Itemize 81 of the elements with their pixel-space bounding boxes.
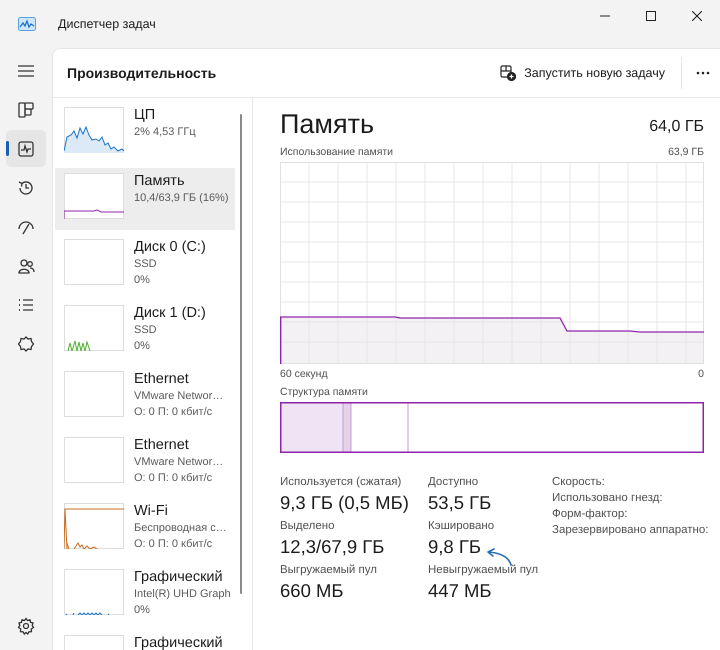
- device-name: ЦП: [134, 106, 156, 124]
- new-task-icon: [500, 65, 516, 81]
- more-icon: [696, 71, 710, 75]
- total-memory: 64,0 ГБ: [649, 118, 704, 136]
- device-name: Wi-Fi: [134, 502, 169, 520]
- device-detail: SSD: [134, 257, 158, 272]
- usage-thumbnail: [64, 503, 124, 549]
- stat-value: 12,3/67,9 ГБ: [280, 536, 384, 558]
- stat-value: 447 МБ: [428, 580, 492, 602]
- device-detail: О: 0 П: 0 кбит/с: [134, 471, 214, 486]
- device-item[interactable]: Ethernet VMware Networ… О: 0 П: 0 кбит/с: [55, 366, 235, 428]
- device-detail: SSD: [134, 323, 158, 338]
- usage-thumbnail: [64, 107, 124, 153]
- device-name: Память: [134, 172, 186, 190]
- usage-thumbnail: [64, 569, 124, 615]
- composition-title: Структура памяти: [280, 385, 369, 399]
- grid-icon: [17, 100, 35, 118]
- device-detail: 10,4/63,9 ГБ (16%): [134, 191, 229, 206]
- scrollbar[interactable]: [240, 114, 242, 594]
- device-name: Диск 0 (C:): [134, 238, 206, 256]
- device-name: Ethernet: [134, 370, 190, 388]
- property-label: Использовано гнезд:: [552, 492, 664, 504]
- minimize-icon: [600, 15, 610, 17]
- device-name: Графический: [134, 568, 224, 586]
- device-detail: О: 0 П: 0 кбит/с: [134, 537, 214, 552]
- stat-label: Невыгружаемый пул: [428, 564, 538, 576]
- graph-start-label: 60 секунд: [280, 367, 328, 381]
- device-item[interactable]: Ethernet VMware Networ… О: 0 П: 0 кбит/с: [55, 432, 235, 494]
- nav-item[interactable]: [6, 130, 46, 167]
- stat-value: 9,3 ГБ (0,5 МБ): [280, 492, 409, 514]
- app-icon: [18, 17, 36, 31]
- device-detail: VMware Networ…: [134, 389, 224, 404]
- close-icon: [692, 11, 702, 21]
- clock-history-icon: [17, 178, 35, 196]
- users-icon: [17, 256, 35, 274]
- device-detail: Беспроводная с…: [134, 521, 227, 536]
- graph-end-label: 0: [698, 367, 704, 381]
- device-item[interactable]: Wi-Fi Беспроводная с… О: 0 П: 0 кбит/с: [55, 498, 235, 560]
- window-title: Диспетчер задач: [58, 17, 156, 31]
- property-label: Форм-фактор:: [552, 508, 628, 520]
- stat-label: Выгружаемый пул: [280, 564, 377, 576]
- usage-thumbnail: [64, 305, 124, 351]
- run-task-button[interactable]: Запустить новую задачу: [496, 59, 669, 87]
- settings-icon: [17, 616, 35, 634]
- device-detail: О: 0 П: 0 кбит/с: [134, 405, 214, 420]
- usage-thumbnail: [64, 173, 124, 219]
- stat-label: Используется (сжатая): [280, 476, 402, 488]
- page-title: Производительность: [67, 65, 216, 81]
- pulse-chart-icon: [17, 140, 35, 158]
- device-detail: 0%: [134, 273, 151, 288]
- graph-title: Использование памяти: [280, 145, 394, 159]
- device-detail: Intel(R) UHD Graph: [134, 587, 231, 602]
- section-title: Память: [280, 108, 374, 141]
- device-detail: VMware Networ…: [134, 455, 224, 470]
- device-item[interactable]: ЦП 2% 4,53 ГГц: [55, 102, 235, 164]
- device-detail: 0%: [134, 339, 151, 354]
- property-label: Зарезервировано аппаратно:: [552, 524, 708, 536]
- maximize-icon: [646, 11, 656, 21]
- device-item[interactable]: Графический: [55, 630, 235, 650]
- stat-value: 53,5 ГБ: [428, 492, 492, 514]
- stat-label: Доступно: [428, 476, 478, 488]
- stat-label: Выделено: [280, 520, 335, 532]
- device-name: Диск 1 (D:): [134, 304, 206, 322]
- stat-value: 9,8 ГБ: [428, 536, 482, 558]
- device-item[interactable]: Графический Intel(R) UHD Graph 0%: [55, 564, 235, 626]
- stat-value: 660 МБ: [280, 580, 344, 602]
- device-name: Графический: [134, 634, 223, 650]
- device-name: Ethernet: [134, 436, 190, 454]
- device-item[interactable]: Диск 1 (D:) SSD 0%: [55, 300, 235, 362]
- usage-thumbnail: [64, 371, 124, 417]
- device-detail: 2% 4,53 ГГц: [134, 125, 196, 140]
- menu-icon: [18, 64, 34, 76]
- usage-thumbnail: [64, 437, 124, 483]
- device-item[interactable]: Диск 0 (C:) SSD 0%: [55, 234, 235, 296]
- device-detail: 0%: [134, 603, 151, 618]
- property-label: Скорость:: [552, 476, 606, 488]
- device-item[interactable]: Память 10,4/63,9 ГБ (16%): [55, 168, 235, 230]
- stat-label: Кэшировано: [428, 520, 494, 532]
- graph-max-label: 63,9 ГБ: [668, 145, 704, 159]
- curved-arrow: [484, 548, 514, 566]
- usage-thumbnail: [64, 239, 124, 285]
